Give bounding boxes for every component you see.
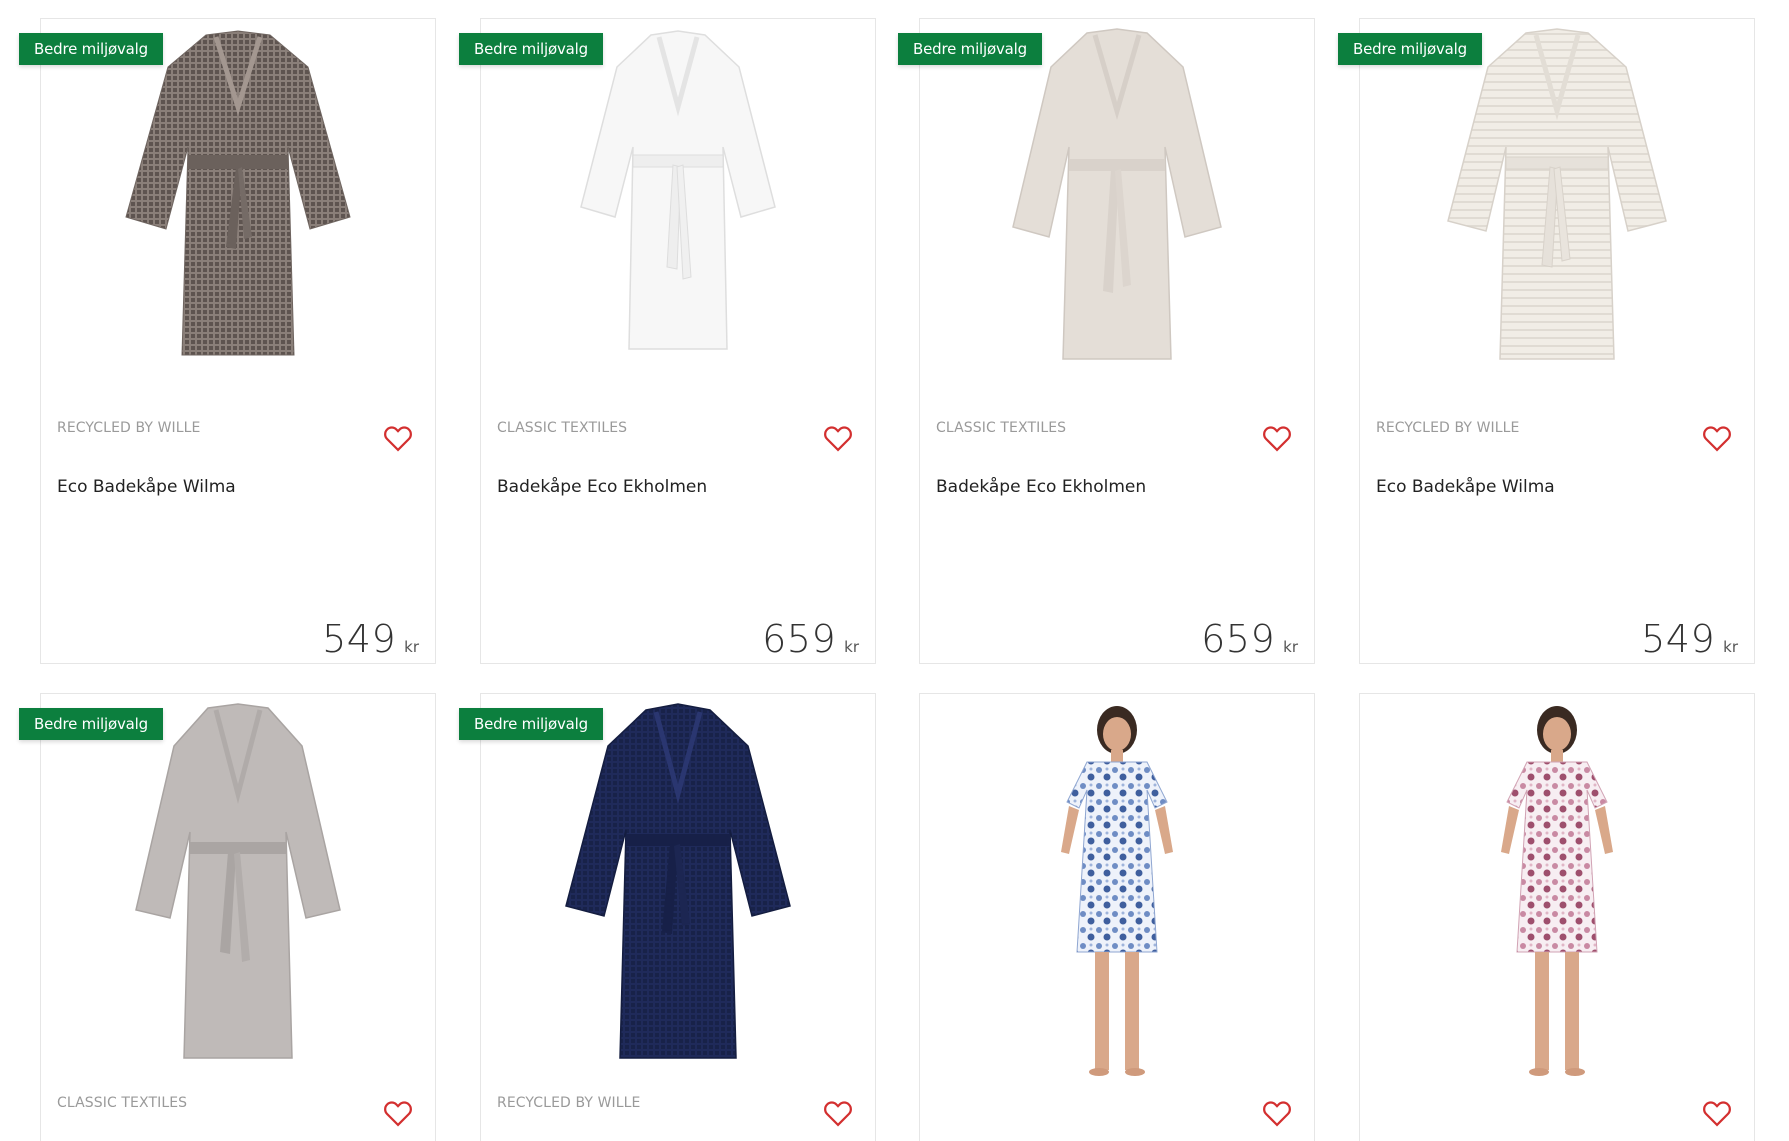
- price-currency: kr: [1283, 638, 1298, 656]
- product-card[interactable]: Bedre miljøvalg RECYCLED BY WILLE: [459, 693, 876, 1141]
- product-price: 659 kr: [1201, 617, 1298, 661]
- eco-badge: Bedre miljøvalg: [19, 708, 163, 740]
- favorite-heart-icon[interactable]: [383, 1099, 413, 1127]
- product-card[interactable]: [1359, 693, 1755, 1141]
- price-currency: kr: [1723, 638, 1738, 656]
- product-title[interactable]: Eco Badekåpe Wilma: [57, 477, 236, 497]
- price-amount: 549: [1641, 617, 1716, 661]
- price-amount: 659: [762, 617, 837, 661]
- robe-image: [1012, 28, 1222, 360]
- price-currency: kr: [844, 638, 859, 656]
- product-price: 549 kr: [322, 617, 419, 661]
- brand-label: CLASSIC TEXTILES: [497, 420, 628, 436]
- robe-image: [1447, 28, 1667, 360]
- product-image[interactable]: [920, 702, 1314, 1082]
- eco-badge: Bedre miljøvalg: [459, 708, 603, 740]
- robe-image: [580, 30, 776, 350]
- product-title[interactable]: Eco Badekåpe Wilma: [1376, 477, 1555, 497]
- robe-image: [135, 703, 341, 1059]
- eco-badge: Bedre miljøvalg: [1338, 33, 1482, 65]
- product-card[interactable]: [919, 693, 1315, 1141]
- product-card[interactable]: Bedre miljøvalg CLASSIC TEXTILES Badekåp…: [459, 18, 876, 664]
- favorite-heart-icon[interactable]: [1702, 424, 1732, 452]
- robe-image: [125, 30, 351, 356]
- product-image[interactable]: [481, 27, 875, 407]
- price-amount: 549: [322, 617, 397, 661]
- product-title[interactable]: Badekåpe Eco Ekholmen: [497, 477, 707, 497]
- robe-image: [565, 703, 791, 1059]
- product-image[interactable]: [1360, 27, 1754, 407]
- price-amount: 659: [1201, 617, 1276, 661]
- favorite-heart-icon[interactable]: [1702, 1099, 1732, 1127]
- brand-label: RECYCLED BY WILLE: [1376, 420, 1520, 436]
- product-image[interactable]: [1360, 702, 1754, 1082]
- product-image[interactable]: [920, 27, 1314, 407]
- eco-badge: Bedre miljøvalg: [19, 33, 163, 65]
- product-price: 549 kr: [1641, 617, 1738, 661]
- product-title[interactable]: Badekåpe Eco Ekholmen: [936, 477, 1146, 497]
- product-card[interactable]: Bedre miljøvalg RECYCLED BY WILLE Eco Ba: [19, 18, 436, 664]
- favorite-heart-icon[interactable]: [1262, 1099, 1292, 1127]
- favorite-heart-icon[interactable]: [383, 424, 413, 452]
- favorite-heart-icon[interactable]: [1262, 424, 1292, 452]
- product-image[interactable]: [481, 702, 875, 1082]
- price-currency: kr: [404, 638, 419, 656]
- favorite-heart-icon[interactable]: [823, 1099, 853, 1127]
- product-image[interactable]: [41, 702, 435, 1082]
- eco-badge: Bedre miljøvalg: [459, 33, 603, 65]
- eco-badge: Bedre miljøvalg: [898, 33, 1042, 65]
- product-grid: Bedre miljøvalg RECYCLED BY WILLE Eco Ba: [0, 0, 1789, 1141]
- nightdress-image: [1061, 706, 1173, 1076]
- favorite-heart-icon[interactable]: [823, 424, 853, 452]
- product-card[interactable]: Bedre miljøvalg CLASSIC TEXTILES Badekåp…: [898, 18, 1315, 664]
- brand-label: CLASSIC TEXTILES: [57, 1095, 188, 1111]
- product-price: 659 kr: [762, 617, 859, 661]
- product-card[interactable]: Bedre miljøvalg RECYCLED BY WILLE Eco Ba: [1338, 18, 1755, 664]
- brand-label: CLASSIC TEXTILES: [936, 420, 1067, 436]
- brand-label: RECYCLED BY WILLE: [57, 420, 201, 436]
- brand-label: RECYCLED BY WILLE: [497, 1095, 641, 1111]
- nightdress-image: [1501, 706, 1613, 1076]
- product-card[interactable]: Bedre miljøvalg CLASSIC TEXTILES: [19, 693, 436, 1141]
- product-image[interactable]: [41, 27, 435, 407]
